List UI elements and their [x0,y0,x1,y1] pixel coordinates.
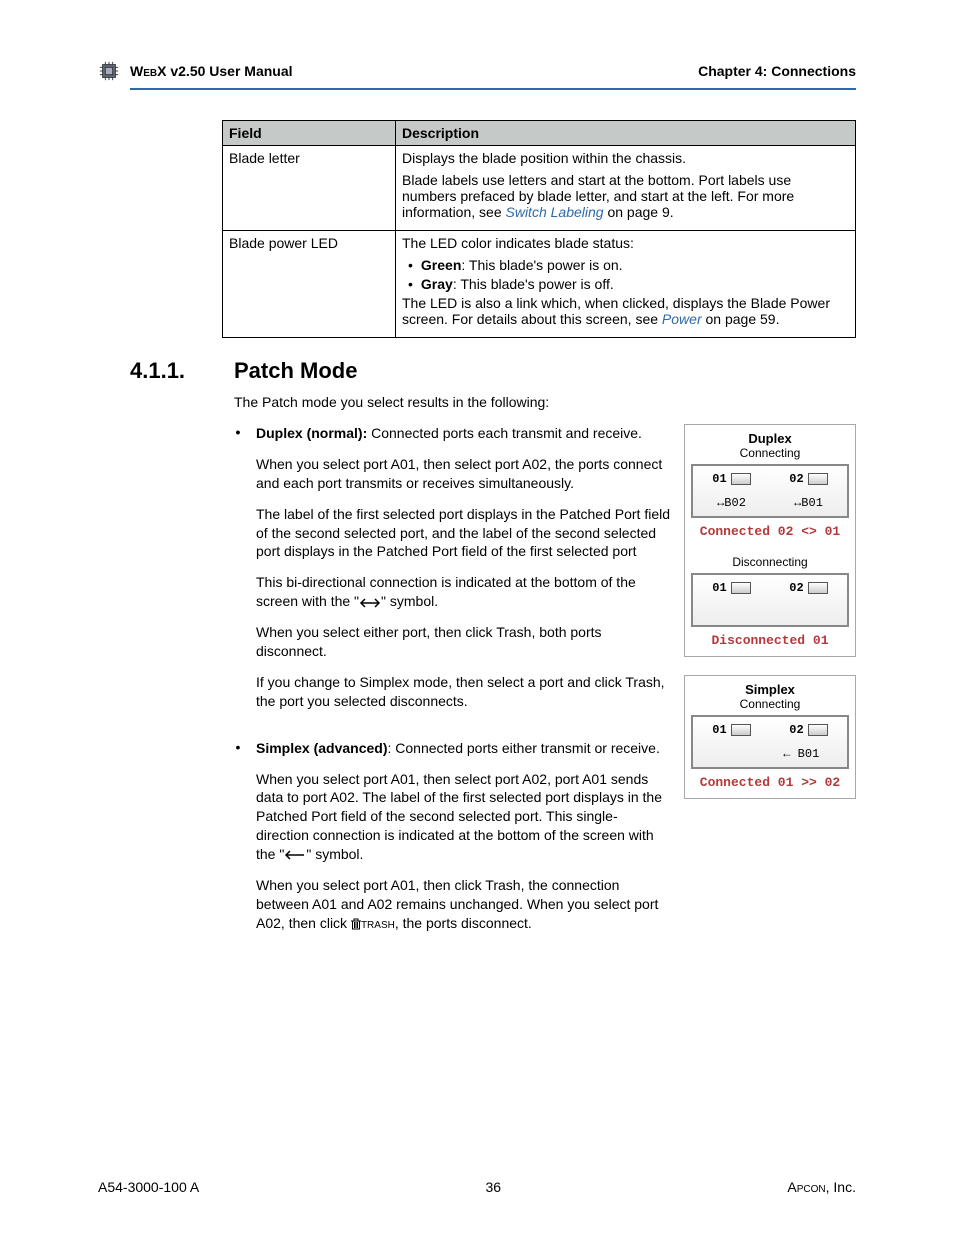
table-row: Blade letter Displays the blade position… [223,146,856,231]
figure-simplex: Simplex Connecting 01 02 ← B01 Connected… [684,675,856,799]
field-desc: Displays the blade position within the c… [396,146,856,231]
port-01: 01 [712,723,750,737]
section-title: Patch Mode [234,358,357,384]
bullet-icon [408,257,413,273]
patch-label: ← B01 [783,747,819,761]
port-02: 02 [789,723,827,737]
patch-label: ↔B02 [717,496,746,510]
port-led-icon [731,582,751,594]
link-power[interactable]: Power [662,311,702,327]
manual-title: WebX v2.50 User Manual [130,63,293,79]
link-switch-labeling[interactable]: Switch Labeling [506,204,604,220]
port-led-icon [808,724,828,736]
left-arrow-icon [284,850,306,860]
col-description: Description [396,121,856,146]
bullet-icon [408,276,413,292]
bidir-arrow-icon [359,598,381,608]
header-rule [130,88,856,90]
port-02: 02 [789,581,827,595]
chip-icon [98,60,120,82]
port-led-icon [731,473,751,485]
bullet-icon: • [234,739,242,945]
port-02: 02 [789,472,827,486]
port-01: 01 [712,581,750,595]
patch-label: ↔B01 [794,496,823,510]
status-text: Connected 01 >> 02 [689,775,851,790]
doc-number: A54-3000-100 A [98,1179,199,1195]
section-intro: The Patch mode you select results in the… [234,394,856,410]
port-led-icon [808,473,828,485]
page-number: 36 [486,1179,502,1195]
col-field: Field [223,121,396,146]
field-name: Blade power LED [223,231,396,338]
field-desc: The LED color indicates blade status: Gr… [396,231,856,338]
company-name: Apcon, Inc. [787,1179,856,1195]
bullet-icon: • [234,424,242,723]
section-number: 4.1.1. [130,358,210,384]
port-led-icon [731,724,751,736]
field-name: Blade letter [223,146,396,231]
trash-icon [351,918,361,930]
field-table: Field Description Blade letter Displays … [222,120,856,338]
status-text: Disconnected 01 [689,633,851,648]
figure-duplex: Duplex Connecting 01 02 ↔B02 ↔B01 Connec… [684,424,856,657]
table-row: Blade power LED The LED color indicates … [223,231,856,338]
port-led-icon [808,582,828,594]
chapter-title: Chapter 4: Connections [698,63,856,79]
port-01: 01 [712,472,750,486]
status-text: Connected 02 <> 01 [689,524,851,539]
